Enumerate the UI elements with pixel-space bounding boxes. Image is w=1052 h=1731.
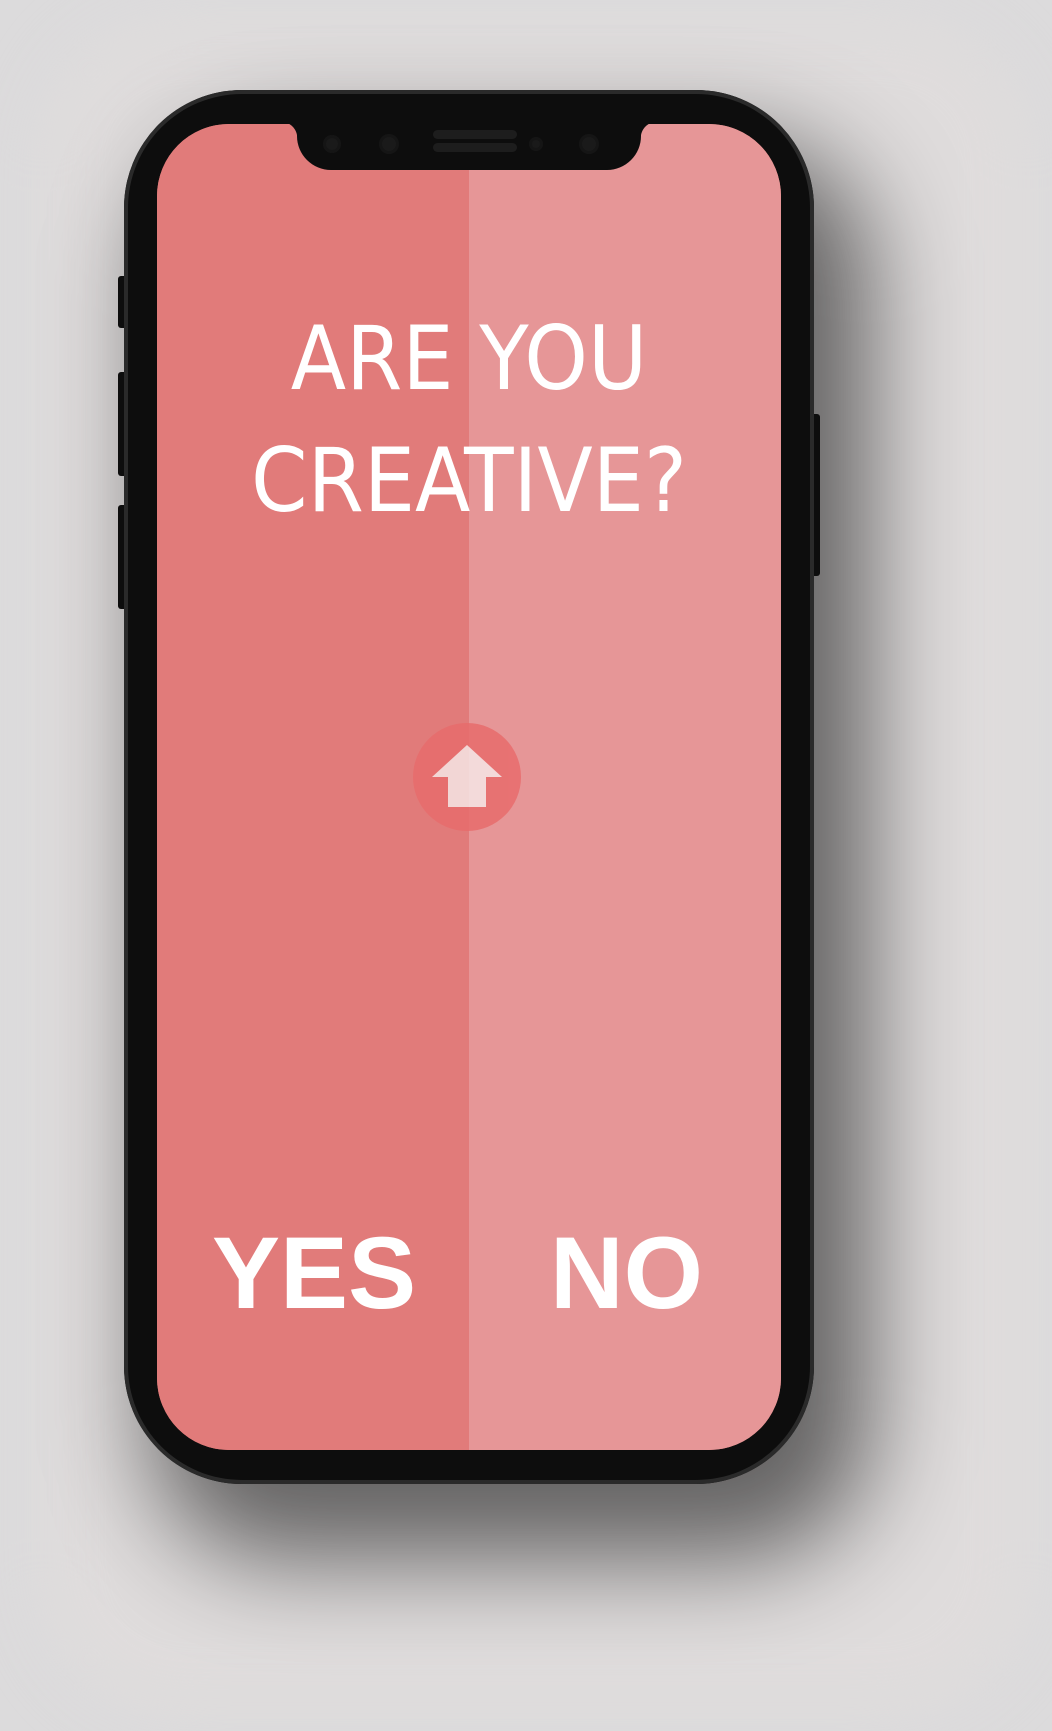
page: { "question": { "line1": "ARE YOU", "lin… xyxy=(0,0,1052,1731)
front-camera-icon xyxy=(379,134,399,154)
phone-notch xyxy=(281,124,657,170)
swipe-up-button[interactable] xyxy=(413,723,521,831)
proximity-sensor xyxy=(529,137,543,151)
question-line-2: CREATIVE? xyxy=(251,429,687,532)
question-title: ARE YOU CREATIVE? xyxy=(182,298,756,542)
face-id-sensor xyxy=(579,134,599,154)
earpiece-speaker xyxy=(433,130,517,139)
earpiece-grille xyxy=(433,143,517,152)
no-button[interactable]: NO xyxy=(550,1222,703,1324)
phone-screen: ARE YOU CREATIVE? YES NO xyxy=(157,124,781,1450)
arrow-up-icon xyxy=(432,745,502,807)
sensor-dot xyxy=(323,135,341,153)
yes-button[interactable]: YES xyxy=(212,1222,416,1324)
question-line-1: ARE YOU xyxy=(290,307,648,410)
